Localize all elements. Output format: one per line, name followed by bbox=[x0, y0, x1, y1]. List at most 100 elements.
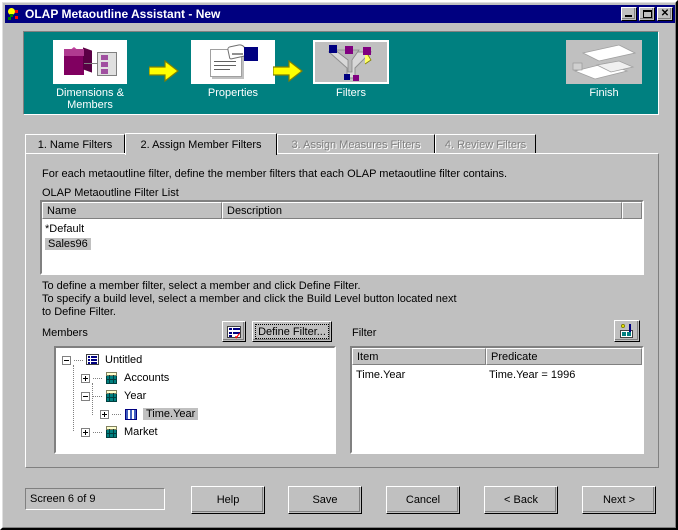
properties-document-icon bbox=[191, 40, 275, 84]
title-bar[interactable]: OLAP Metaoutline Assistant - New ✕ bbox=[5, 5, 675, 23]
tab-assign-member-filters[interactable]: 2. Assign Member Filters bbox=[125, 133, 277, 155]
members-label: Members bbox=[42, 327, 88, 339]
define-filter-label: Define Filter... bbox=[258, 325, 326, 338]
maximize-button[interactable] bbox=[639, 7, 655, 21]
wizard-step-properties[interactable]: Properties bbox=[187, 40, 279, 99]
tree-dotline bbox=[93, 395, 102, 397]
filter-table-header-predicate[interactable]: Predicate bbox=[486, 348, 642, 365]
tree-node-label: Market bbox=[124, 426, 158, 438]
build-level-button[interactable]: ✓ bbox=[222, 321, 246, 342]
edit-filter-icon bbox=[619, 324, 635, 338]
wizard-step-label: Dimensions & bbox=[56, 87, 124, 99]
wizard-page-panel: For each metaoutline filter, define the … bbox=[25, 153, 659, 468]
column-header-label: Name bbox=[47, 204, 77, 217]
filter-row-name: *Default bbox=[45, 222, 85, 235]
table-row[interactable]: Time.Year Time.Year = 1996 bbox=[352, 367, 642, 382]
banner-arrow-2-icon bbox=[272, 59, 303, 83]
close-icon: ✕ bbox=[660, 7, 670, 19]
expand-plus-icon[interactable] bbox=[81, 373, 90, 383]
wizard-step-filters[interactable]: Filters bbox=[310, 40, 392, 99]
tab-label: 2. Assign Member Filters bbox=[140, 138, 262, 151]
tree-node-label: Year bbox=[124, 390, 147, 402]
expand-plus-icon[interactable] bbox=[81, 427, 90, 437]
olap-app-icon bbox=[6, 7, 22, 21]
hint-line-1: To define a member filter, select a memb… bbox=[42, 280, 361, 292]
filter-list[interactable]: Name Description *Default Sales96 bbox=[40, 200, 644, 275]
tree-dotline bbox=[93, 431, 102, 433]
wizard-step-label: Filters bbox=[336, 87, 366, 99]
tree-node-label: Untitled bbox=[105, 354, 143, 366]
cube-members-icon bbox=[53, 40, 127, 84]
tree-node-year[interactable]: Year bbox=[81, 388, 146, 404]
wizard-step-finish[interactable]: Finish bbox=[564, 40, 644, 99]
back-button[interactable]: < Back bbox=[484, 486, 558, 514]
filter-table-header-item[interactable]: Item bbox=[352, 348, 486, 365]
column-header-label: Item bbox=[357, 350, 379, 363]
filter-predicate-cell: Time.Year = 1996 bbox=[489, 368, 576, 381]
wizard-step-label: Properties bbox=[207, 87, 259, 99]
edit-filter-button[interactable] bbox=[614, 320, 640, 342]
help-label: Help bbox=[216, 494, 240, 506]
tree-node-accounts[interactable]: Accounts bbox=[81, 370, 169, 386]
tab-assign-measures-filters[interactable]: 3. Assign Measures Filters bbox=[277, 134, 435, 154]
tab-label: 1. Name Filters bbox=[37, 138, 113, 151]
tab-label: 3. Assign Measures Filters bbox=[291, 138, 421, 151]
cancel-button[interactable]: Cancel bbox=[386, 486, 460, 514]
column-header-label: Description bbox=[227, 204, 283, 217]
tab-strip: 1. Name Filters 2. Assign Member Filters… bbox=[25, 133, 659, 155]
expand-plus-icon[interactable] bbox=[100, 409, 109, 419]
filter-list-label: OLAP Metaoutline Filter List bbox=[42, 187, 179, 199]
application-window: OLAP Metaoutline Assistant - New ✕ Dimen… bbox=[0, 0, 678, 530]
hint-line-3: to Define Filter. bbox=[42, 306, 116, 318]
back-label: < Back bbox=[504, 494, 538, 506]
next-label: Next > bbox=[602, 494, 636, 506]
filter-row-name: Sales96 bbox=[45, 237, 91, 250]
close-button[interactable]: ✕ bbox=[657, 7, 673, 21]
dimension-cube-icon bbox=[104, 425, 120, 439]
help-button[interactable]: Help bbox=[191, 486, 265, 514]
save-label: Save bbox=[312, 494, 338, 506]
filter-list-header-description[interactable]: Description bbox=[222, 202, 622, 219]
filter-table[interactable]: Item Predicate Time.Year Time.Year = 199… bbox=[350, 346, 644, 454]
maximize-icon bbox=[643, 10, 652, 18]
define-filter-button[interactable]: Define Filter... bbox=[252, 321, 332, 342]
minimize-button[interactable] bbox=[621, 7, 637, 21]
finish-sheets-icon bbox=[566, 40, 642, 84]
member-table-icon bbox=[123, 407, 139, 421]
wizard-banner: Dimensions & Members Properties Filters … bbox=[23, 31, 659, 115]
save-button[interactable]: Save bbox=[288, 486, 362, 514]
minimize-icon bbox=[625, 15, 632, 17]
wizard-step-label-2: Members bbox=[67, 99, 113, 111]
tree-dotline bbox=[93, 377, 102, 379]
next-button[interactable]: Next > bbox=[582, 486, 656, 514]
column-header-label: Predicate bbox=[491, 350, 538, 363]
table-row[interactable]: *Default bbox=[42, 221, 642, 236]
collapse-minus-icon[interactable] bbox=[62, 355, 71, 365]
outline-icon bbox=[85, 353, 101, 367]
tree-node-time-year[interactable]: Time.Year bbox=[100, 406, 199, 422]
window-controls: ✕ bbox=[621, 7, 673, 21]
window-title: OLAP Metaoutline Assistant - New bbox=[25, 7, 221, 21]
tree-node-market[interactable]: Market bbox=[81, 424, 158, 440]
tab-review-filters[interactable]: 4. Review Filters bbox=[435, 134, 536, 154]
filter-list-header-spacer[interactable] bbox=[622, 202, 642, 219]
filter-item-cell: Time.Year bbox=[356, 368, 406, 381]
tree-dotline bbox=[112, 413, 121, 415]
collapse-minus-icon[interactable] bbox=[81, 391, 90, 401]
tree-node-untitled[interactable]: Untitled bbox=[62, 352, 142, 368]
hint-line-2: To specify a build level, select a membe… bbox=[42, 293, 457, 305]
wizard-step-dimensions-members[interactable]: Dimensions & Members bbox=[40, 40, 140, 111]
members-tree[interactable]: Untitled Accounts Year Time.Year Market bbox=[54, 346, 336, 454]
dimension-cube-icon bbox=[104, 389, 120, 403]
screen-counter: Screen 6 of 9 bbox=[30, 493, 96, 505]
filter-list-header-name[interactable]: Name bbox=[42, 202, 222, 219]
tab-name-filters[interactable]: 1. Name Filters bbox=[25, 134, 125, 154]
instruction-text: For each metaoutline filter, define the … bbox=[42, 168, 508, 180]
tree-dotline bbox=[74, 359, 83, 361]
cancel-label: Cancel bbox=[405, 494, 441, 506]
filter-section-label: Filter bbox=[352, 327, 377, 339]
build-level-icon: ✓ bbox=[227, 325, 242, 340]
filters-funnel-icon bbox=[313, 40, 389, 84]
table-row[interactable]: Sales96 bbox=[42, 236, 642, 251]
banner-arrow-1-icon bbox=[148, 59, 179, 83]
